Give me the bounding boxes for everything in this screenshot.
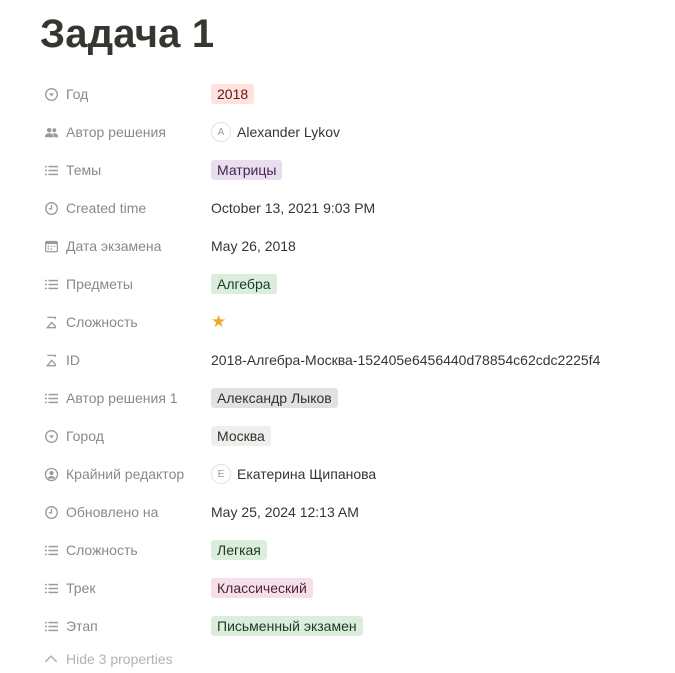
property-label-text: ID <box>66 352 80 368</box>
property-label[interactable]: Этап <box>40 612 211 640</box>
properties-list: Год 2018 Автор решения A Alexander Lykov Темы… <box>40 75 660 673</box>
list-icon <box>42 579 60 597</box>
property-value[interactable]: October 13, 2021 9:03 PM <box>211 194 375 222</box>
avatar: E <box>211 464 231 484</box>
property-row: Сложность Легкая <box>40 531 660 569</box>
tag-chip: Легкая <box>211 540 267 560</box>
tag-chip: Матрицы <box>211 160 283 180</box>
property-label-text: Сложность <box>66 542 138 558</box>
property-label[interactable]: Автор решения 1 <box>40 384 211 412</box>
property-value[interactable]: May 26, 2018 <box>211 232 296 260</box>
property-label[interactable]: Обновлено на <box>40 498 211 526</box>
list-icon <box>42 161 60 179</box>
property-label[interactable]: Сложность <box>40 308 211 336</box>
property-row: Темы Матрицы <box>40 151 660 189</box>
property-value[interactable]: Легкая <box>211 536 267 564</box>
property-label[interactable]: Сложность <box>40 536 211 564</box>
property-label[interactable]: Created time <box>40 194 211 222</box>
property-value[interactable]: Матрицы <box>211 156 283 184</box>
list-icon <box>42 541 60 559</box>
property-label-text: Крайний редактор <box>66 466 185 482</box>
calendar-icon <box>42 237 60 255</box>
property-value[interactable]: ★ <box>211 308 226 336</box>
person-name: Alexander Lykov <box>237 124 340 140</box>
property-value[interactable]: Алгебра <box>211 270 277 298</box>
page-title[interactable]: Задача 1 <box>40 10 214 58</box>
property-label-text: Автор решения <box>66 124 166 140</box>
property-label[interactable]: Трек <box>40 574 211 602</box>
people-icon <box>42 123 60 141</box>
property-label-text: Трек <box>66 580 96 596</box>
property-row: Дата экзамена May 26, 2018 <box>40 227 660 265</box>
property-label[interactable]: Год <box>40 80 211 108</box>
property-label-text: Автор решения 1 <box>66 390 178 406</box>
property-row: Обновлено на May 25, 2024 12:13 AM <box>40 493 660 531</box>
property-label-text: Темы <box>66 162 102 178</box>
property-value[interactable]: 2018 <box>211 80 255 108</box>
property-label-text: Сложность <box>66 314 138 330</box>
tag-chip: Письменный экзамен <box>211 616 363 636</box>
property-label-text: Дата экзамена <box>66 238 162 254</box>
property-label-text: Год <box>66 86 89 102</box>
property-label-text: Город <box>66 428 104 444</box>
sigma-icon <box>42 351 60 369</box>
property-label-text: Обновлено на <box>66 504 159 520</box>
select-icon <box>42 85 60 103</box>
property-row: Трек Классический <box>40 569 660 607</box>
property-row: ID 2018-Алгебра-Москва-152405e6456440d788… <box>40 341 660 379</box>
page: Задача 1 Год 2018 Автор решения A Alexander … <box>0 0 675 672</box>
select-icon <box>42 427 60 445</box>
property-value[interactable]: May 25, 2024 12:13 AM <box>211 498 359 526</box>
property-row: Сложность ★ <box>40 303 660 341</box>
clock-icon <box>42 503 60 521</box>
property-value[interactable]: 2018-Алгебра-Москва-152405e6456440d78854… <box>211 346 600 374</box>
hide-properties-toggle[interactable]: Hide 3 properties <box>40 645 660 673</box>
tag-chip: Александр Лыков <box>211 388 338 408</box>
tag-chip: Москва <box>211 426 271 446</box>
list-icon <box>42 617 60 635</box>
property-row: Этап Письменный экзамен <box>40 607 660 645</box>
list-icon <box>42 275 60 293</box>
property-row: Автор решения 1 Александр Лыков <box>40 379 660 417</box>
property-value[interactable]: Письменный экзамен <box>211 612 363 640</box>
property-value-text: October 13, 2021 9:03 PM <box>211 200 376 216</box>
property-label[interactable]: Темы <box>40 156 211 184</box>
clock-icon <box>42 199 60 217</box>
property-label[interactable]: Дата экзамена <box>40 232 211 260</box>
property-label[interactable]: Город <box>40 422 211 450</box>
property-value-text: May 26, 2018 <box>211 238 296 254</box>
list-icon <box>42 389 60 407</box>
sigma-icon <box>42 313 60 331</box>
property-value-text: 2018-Алгебра-Москва-152405e6456440d78854… <box>211 352 601 368</box>
person-circle-icon <box>42 465 60 483</box>
avatar: A <box>211 122 231 142</box>
property-row: Год 2018 <box>40 75 660 113</box>
property-value[interactable]: A Alexander Lykov <box>211 118 340 146</box>
hide-properties-label: Hide 3 properties <box>66 651 173 667</box>
property-value[interactable]: E Екатерина Щипанова <box>211 460 376 488</box>
property-label[interactable]: Предметы <box>40 270 211 298</box>
property-label-text: Этап <box>66 618 98 634</box>
property-label-text: Предметы <box>66 276 133 292</box>
tag-chip: 2018 <box>211 84 255 104</box>
property-label-text: Created time <box>66 200 147 216</box>
property-label[interactable]: ID <box>40 346 211 374</box>
property-value[interactable]: Александр Лыков <box>211 384 338 412</box>
property-label[interactable]: Крайний редактор <box>40 460 211 488</box>
chevron-up-icon <box>42 650 60 668</box>
person-name: Екатерина Щипанова <box>237 466 377 482</box>
property-value-text: May 25, 2024 12:13 AM <box>211 504 359 520</box>
property-label[interactable]: Автор решения <box>40 118 211 146</box>
property-row: Предметы Алгебра <box>40 265 660 303</box>
property-row: Автор решения A Alexander Lykov <box>40 113 660 151</box>
tag-chip: Алгебра <box>211 274 277 294</box>
property-row: Крайний редактор E Екатерина Щипанова <box>40 455 660 493</box>
property-row: Created time October 13, 2021 9:03 PM <box>40 189 660 227</box>
tag-chip: Классический <box>211 578 313 598</box>
property-value[interactable]: Москва <box>211 422 271 450</box>
property-row: Город Москва <box>40 417 660 455</box>
property-value[interactable]: Классический <box>211 574 313 602</box>
star-icon: ★ <box>211 312 227 331</box>
